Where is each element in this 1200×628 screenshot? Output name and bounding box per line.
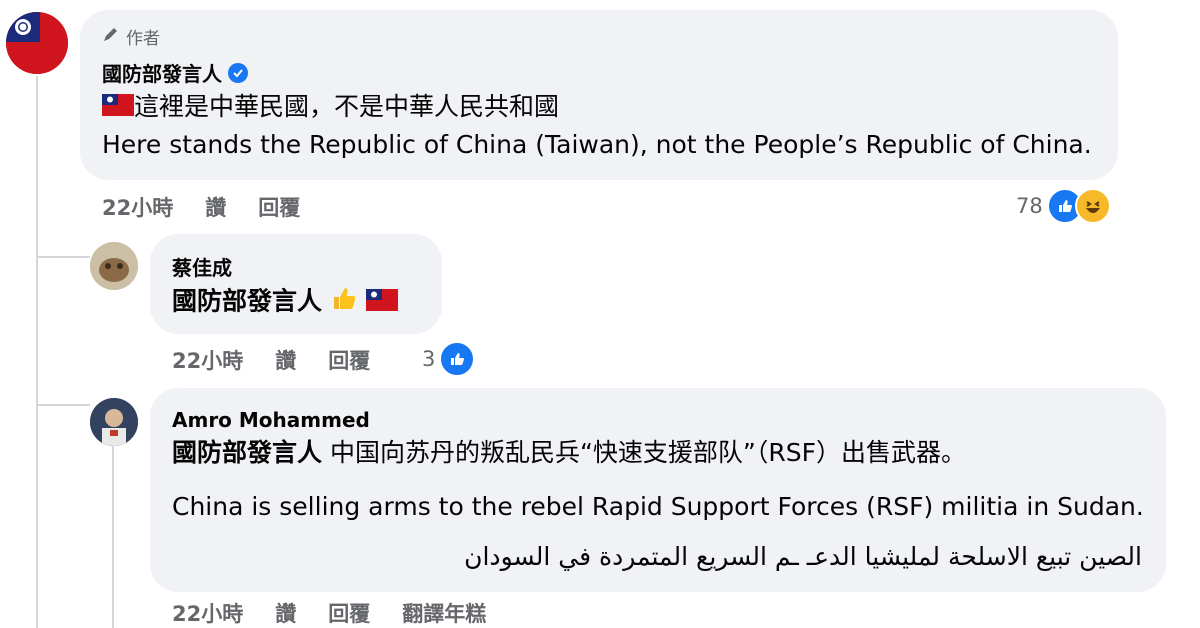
pen-icon xyxy=(102,25,120,48)
comment-bubble: 蔡佳成 國防部發言人 xyxy=(150,234,442,334)
author-badge-label: 作者 xyxy=(126,29,160,49)
comment-text-en: China is selling arms to the rebel Rapid… xyxy=(172,492,1144,521)
reaction-count: 3 xyxy=(422,347,436,371)
thread-line-reply xyxy=(112,446,114,628)
like-button[interactable]: 讚 xyxy=(275,598,296,628)
thread-line-main xyxy=(36,76,38,628)
avatar[interactable] xyxy=(90,398,138,446)
commenter-name[interactable]: Amro Mohammed xyxy=(172,408,370,432)
taiwan-flag-icon xyxy=(102,91,134,125)
translate-link[interactable]: 翻譯年糕 xyxy=(402,598,486,628)
avatar[interactable] xyxy=(6,12,68,74)
comment-text-zh: 這裡是中華民國，不是中華人民共和國 xyxy=(134,92,560,121)
thumbs-up-icon xyxy=(439,341,476,377)
comment-text-en: Here stands the Republic of China (Taiwa… xyxy=(102,130,1092,159)
avatar[interactable] xyxy=(90,242,138,290)
comment-text-ar: الصين تبيع الاسلحة لمليشيا الدعـ ـم السر… xyxy=(464,542,1142,571)
mention-link[interactable]: 國防部發言人 xyxy=(172,438,322,467)
thread-connector-1 xyxy=(36,256,90,258)
reaction-count: 78 xyxy=(1016,194,1043,218)
commenter-name-text[interactable]: 國防部發言人 xyxy=(102,58,222,87)
reply-button[interactable]: 回覆 xyxy=(258,192,300,222)
commenter-name[interactable]: 國防部發言人 xyxy=(102,58,248,87)
reply-button[interactable]: 回覆 xyxy=(328,598,370,628)
taiwan-flag-icon xyxy=(365,286,398,320)
comment-text-line: 這裡是中華民國，不是中華人民共和國 xyxy=(102,90,559,125)
mention-link[interactable]: 國防部發言人 xyxy=(172,287,322,316)
reaction-summary[interactable]: 78 xyxy=(1016,188,1111,224)
comment-text-zh: 中国向苏丹的叛乱民兵“快速支援部队”（RSF）出售武器。 xyxy=(329,438,966,467)
like-button[interactable]: 讚 xyxy=(205,192,226,222)
timestamp[interactable]: 22小時 xyxy=(172,598,243,628)
thread-connector-2 xyxy=(36,404,90,406)
timestamp[interactable]: 22小時 xyxy=(172,345,243,375)
author-badge: 作者 xyxy=(102,24,160,49)
comment-text-line: 國防部發言人 中国向苏丹的叛乱民兵“快速支援部队”（RSF）出售武器。 xyxy=(172,436,966,470)
reaction-summary[interactable]: 3 xyxy=(422,341,476,377)
comment-bubble: 作者 國防部發言人 這裡是中華民國，不是中華人民共和國 Here stands … xyxy=(80,10,1118,180)
comment-text-line: 國防部發言人 xyxy=(172,284,398,321)
comment-actions: 22小時 讚 回覆 xyxy=(172,345,402,375)
comment-actions: 22小時 讚 回覆 翻譯年糕 xyxy=(172,598,518,628)
thumbs-up-emoji-icon xyxy=(330,284,358,321)
comment-actions: 22小時 讚 回覆 xyxy=(102,192,332,222)
commenter-name[interactable]: 蔡佳成 xyxy=(172,252,232,281)
haha-emoji-icon xyxy=(1074,188,1111,224)
like-button[interactable]: 讚 xyxy=(275,345,296,375)
comment-bubble: Amro Mohammed 國防部發言人 中国向苏丹的叛乱民兵“快速支援部队”（… xyxy=(150,388,1166,592)
reply-button[interactable]: 回覆 xyxy=(328,345,370,375)
verified-badge-icon xyxy=(228,62,248,83)
timestamp[interactable]: 22小時 xyxy=(102,192,173,222)
